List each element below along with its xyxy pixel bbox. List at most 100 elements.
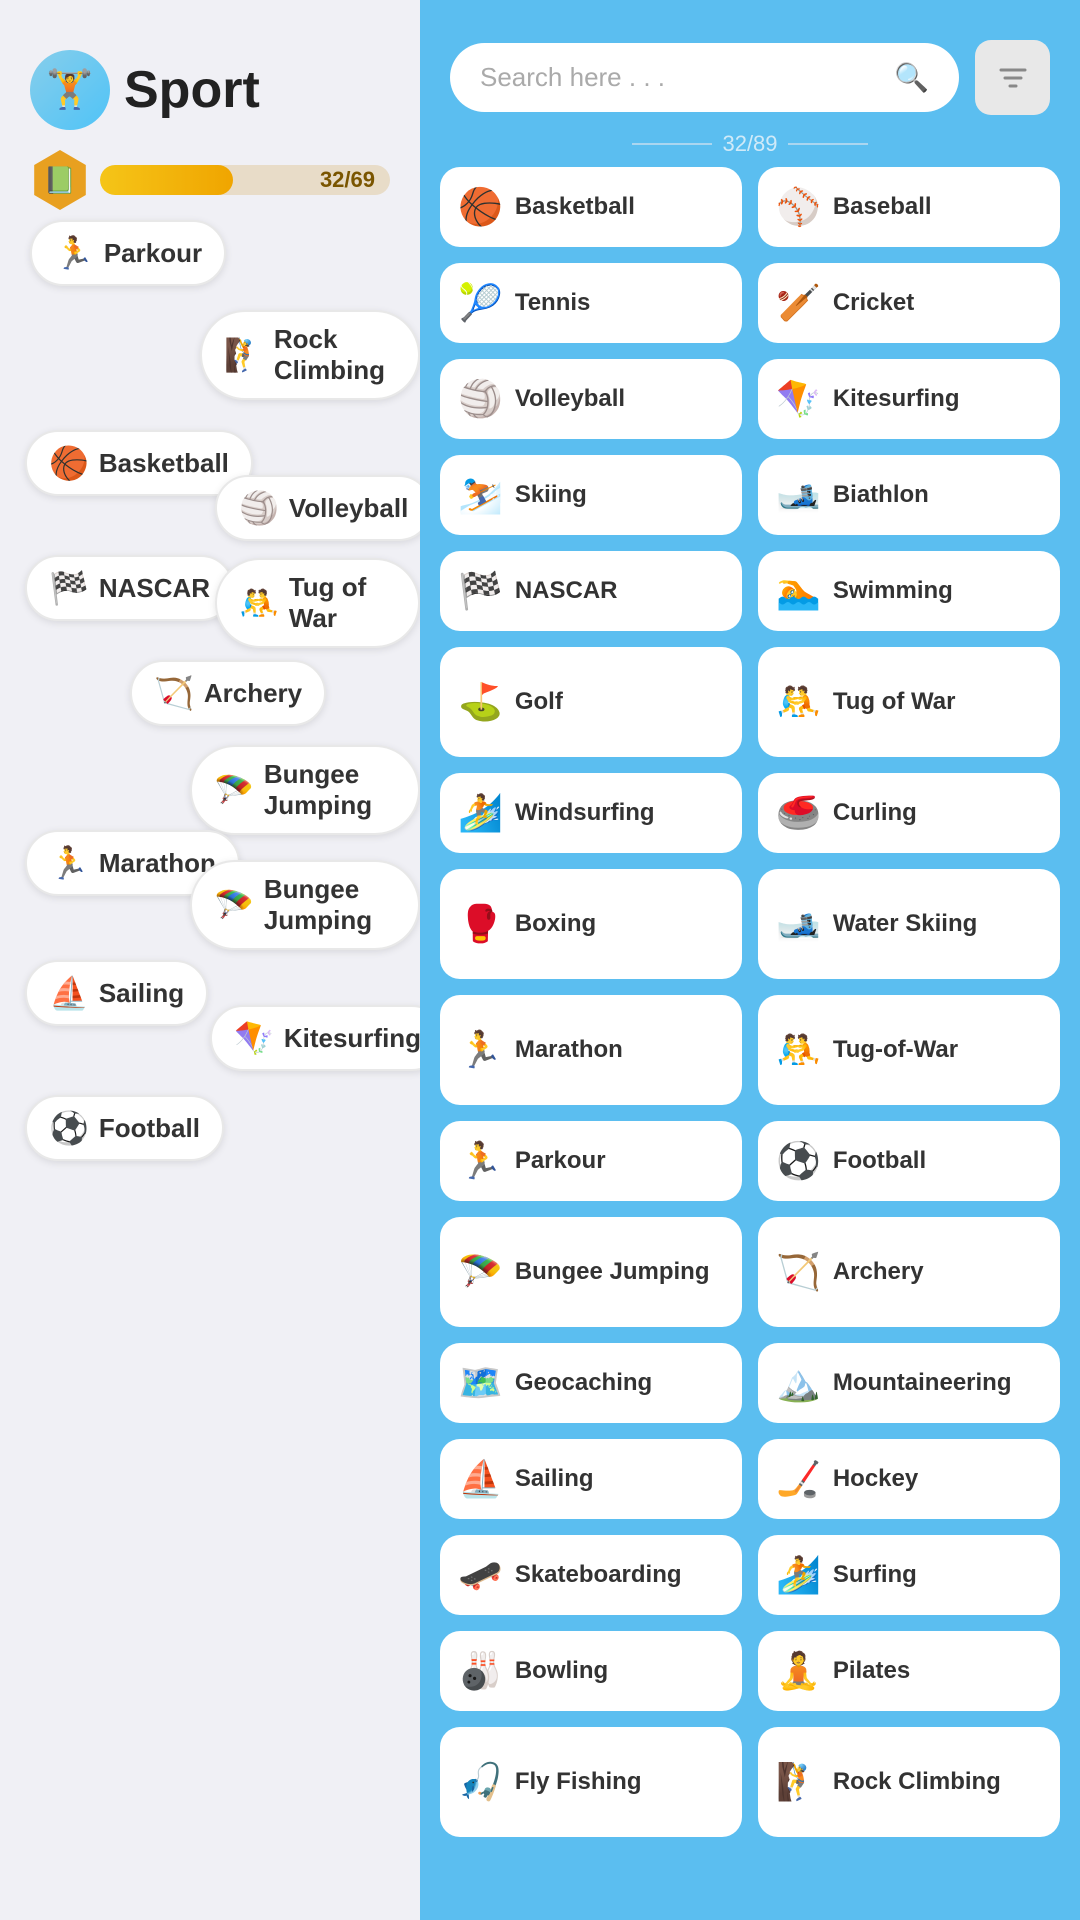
card-emoji: 🏃 [49, 844, 89, 882]
left-card-bungee-jumping-1[interactable]: 🪂Bungee Jumping [190, 745, 420, 835]
progress-text: 32/69 [320, 167, 375, 193]
right-panel: Search here . . . 🔍 32/89 🏀Basketball⚾Ba… [420, 0, 1080, 1920]
grid-item-hockey[interactable]: 🏒Hockey [758, 1439, 1060, 1519]
grid-emoji: 🏒 [776, 1458, 821, 1500]
grid-label: Basketball [515, 193, 635, 221]
grid-item-sailing[interactable]: ⛵Sailing [440, 1439, 742, 1519]
grid-label: Tennis [515, 289, 591, 317]
grid-item-baseball[interactable]: ⚾Baseball [758, 167, 1060, 247]
left-card-sailing[interactable]: ⛵ Sailing [25, 960, 208, 1026]
grid-emoji: ⚾ [776, 186, 821, 228]
grid-label: Surfing [833, 1561, 917, 1589]
grid-label: Pilates [833, 1657, 910, 1685]
card-emoji: 🏐 [239, 489, 279, 527]
grid-item-volleyball[interactable]: 🏐 Volleyball [440, 359, 742, 439]
grid-label: Boxing [515, 910, 596, 938]
grid-item-boxing[interactable]: 🥊 Boxing [440, 869, 742, 979]
grid-item-curling[interactable]: 🥌Curling [758, 773, 1060, 853]
grid-emoji: 🎿 [776, 903, 821, 945]
grid-emoji: 🧗 [776, 1761, 821, 1803]
grid-emoji: 🗺️ [458, 1362, 503, 1404]
left-card-archery[interactable]: 🏹 Archery [130, 660, 326, 726]
grid-item-kitesurfing[interactable]: 🪁Kitesurfing [758, 359, 1060, 439]
grid-item-swimming[interactable]: 🏊Swimming [758, 551, 1060, 631]
grid-item-biathlon[interactable]: 🎿Biathlon [758, 455, 1060, 535]
grid-item-nascar[interactable]: 🏁NASCAR [440, 551, 742, 631]
grid-item-parkour[interactable]: 🏃Parkour [440, 1121, 742, 1201]
grid-item-marathon[interactable]: 🏃Marathon [440, 995, 742, 1105]
grid-item-surfing[interactable]: 🏄Surfing [758, 1535, 1060, 1615]
grid-item-windsurfing[interactable]: 🏄Windsurfing [440, 773, 742, 853]
grid-item-bungee-jumping[interactable]: 🪂Bungee Jumping [440, 1217, 742, 1327]
search-area: Search here . . . 🔍 [420, 0, 1080, 125]
grid-item-golf[interactable]: ⛳Golf [440, 647, 742, 757]
grid-label: Fly Fishing [515, 1768, 642, 1796]
left-card-parkour[interactable]: 🏃Parkour [30, 220, 226, 286]
grid-label: Geocaching [515, 1369, 652, 1397]
grid-emoji: ⛵ [458, 1458, 503, 1500]
card-label: Archery [204, 678, 302, 709]
grid-emoji: 🏹 [776, 1251, 821, 1293]
filter-button[interactable] [975, 40, 1050, 115]
card-label: Sailing [99, 978, 184, 1009]
left-card-bungee-jumping-2[interactable]: 🪂Bungee Jumping [190, 860, 420, 950]
card-emoji: 🏁 [49, 569, 89, 607]
grid-item-skiing[interactable]: ⛷️Skiing [440, 455, 742, 535]
progress-track: 32/69 [100, 165, 390, 195]
grid-label: Volleyball [515, 385, 625, 413]
grid-item-pilates[interactable]: 🧘 Pilates [758, 1631, 1060, 1711]
card-emoji: 🏹 [154, 674, 194, 712]
grid-item-geocaching[interactable]: 🗺️ Geocaching [440, 1343, 742, 1423]
grid-emoji: 🎿 [776, 474, 821, 516]
grid-label: Archery [833, 1258, 924, 1286]
grid-emoji: 🏊 [776, 570, 821, 612]
grid-item-football[interactable]: ⚽Football [758, 1121, 1060, 1201]
card-label: Bungee Jumping [264, 874, 396, 936]
progress-bar-container: 📗 32/69 [30, 150, 390, 210]
grid-item-mountaineering[interactable]: 🏔️Mountaineering [758, 1343, 1060, 1423]
card-emoji: 🏀 [49, 444, 89, 482]
grid-label: Windsurfing [515, 799, 655, 827]
app-title: Sport [124, 60, 260, 120]
sport-avatar: 🏋️ [30, 50, 110, 130]
grid-item-tennis[interactable]: 🎾 Tennis [440, 263, 742, 343]
grid-label: Bowling [515, 1657, 608, 1685]
search-placeholder[interactable]: Search here . . . [480, 62, 884, 93]
card-emoji: ⛵ [49, 974, 89, 1012]
grid-emoji: 🪁 [776, 378, 821, 420]
grid-label: Skiing [515, 481, 587, 509]
right-progress-label: 32/89 [420, 125, 1080, 167]
search-box[interactable]: Search here . . . 🔍 [450, 43, 959, 112]
search-icon[interactable]: 🔍 [894, 61, 929, 94]
left-card-volleyball[interactable]: 🏐Volleyball [215, 475, 420, 541]
card-emoji: 🪁 [234, 1019, 274, 1057]
grid-emoji: 🥊 [458, 903, 503, 945]
grid-item-cricket[interactable]: 🏏Cricket [758, 263, 1060, 343]
left-card-kitesurfing[interactable]: 🪁 Kitesurfing [210, 1005, 420, 1071]
grid-label: Golf [515, 688, 563, 716]
grid-label: Bungee Jumping [515, 1258, 710, 1286]
progress-icon: 📗 [30, 150, 90, 210]
left-card-tug-of-war[interactable]: 🤼Tug of War [215, 558, 420, 648]
card-label: Kitesurfing [284, 1023, 420, 1054]
grid-item-archery[interactable]: 🏹 Archery [758, 1217, 1060, 1327]
grid-emoji: 🎾 [458, 282, 503, 324]
grid-emoji: 🏐 [458, 378, 503, 420]
left-card-football[interactable]: ⚽Football [25, 1095, 224, 1161]
card-label: NASCAR [99, 573, 210, 604]
left-card-rock-climbing[interactable]: 🧗Rock Climbing [200, 310, 420, 400]
grid-item-skateboarding[interactable]: 🛹Skateboarding [440, 1535, 742, 1615]
left-card-basketball[interactable]: 🏀Basketball [25, 430, 253, 496]
grid-item-bowling[interactable]: 🎳Bowling [440, 1631, 742, 1711]
grid-item-fly-fishing[interactable]: 🎣 Fly Fishing [440, 1727, 742, 1837]
card-emoji: 🤼 [239, 584, 279, 622]
grid-emoji: 🎣 [458, 1761, 503, 1803]
grid-item-tug-of-war-2[interactable]: 🤼Tug-of-War [758, 995, 1060, 1105]
grid-item-rock-climbing[interactable]: 🧗Rock Climbing [758, 1727, 1060, 1837]
grid-emoji: 🧘 [776, 1650, 821, 1692]
grid-item-tug-of-war[interactable]: 🤼Tug of War [758, 647, 1060, 757]
grid-item-basketball[interactable]: 🏀Basketball [440, 167, 742, 247]
left-card-nascar[interactable]: 🏁 NASCAR [25, 555, 234, 621]
grid-item-water-skiing[interactable]: 🎿Water Skiing [758, 869, 1060, 979]
grid-label: Parkour [515, 1147, 606, 1175]
